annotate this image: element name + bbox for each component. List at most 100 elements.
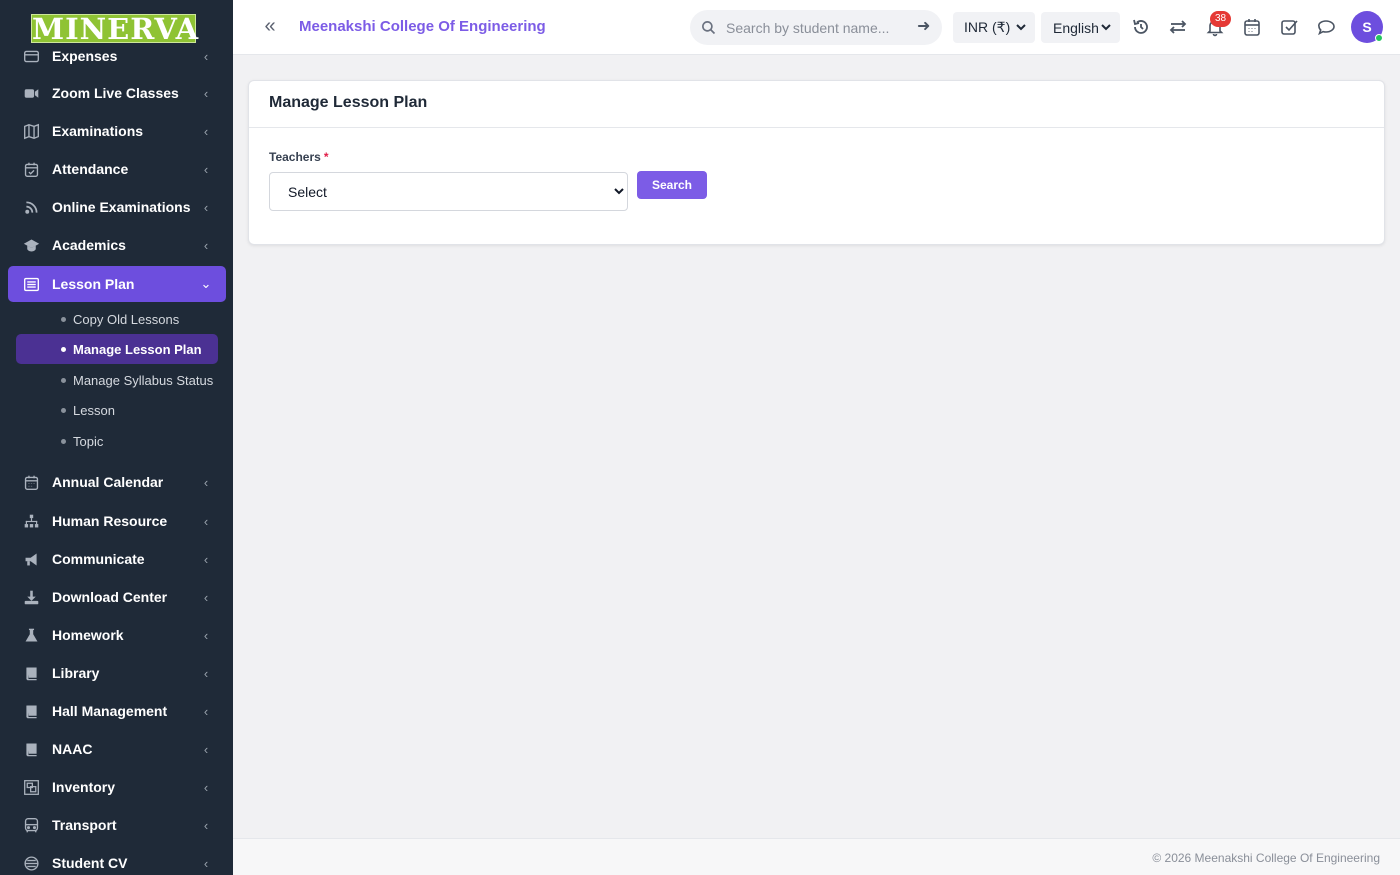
sidebar-item-attendance[interactable]: Attendance ‹: [8, 151, 226, 187]
sidebar-item-human-resource[interactable]: Human Resource ‹: [8, 503, 226, 539]
download-icon: [22, 588, 40, 606]
chevron-left-icon: ‹: [203, 85, 209, 101]
bullet-icon: [61, 438, 66, 444]
video-icon: [22, 84, 40, 102]
chevron-left-icon: ‹: [203, 199, 209, 215]
sidebar-subitem-label: Topic: [73, 433, 104, 449]
sidebar-item-label: Lesson Plan: [52, 276, 135, 292]
sidebar-item-communicate[interactable]: Communicate ‹: [8, 541, 226, 577]
collapse-sidebar-icon[interactable]: «: [260, 16, 280, 37]
logo[interactable]: MINERVA: [31, 14, 198, 44]
sidebar-item-label: Student CV: [52, 855, 128, 871]
bullet-icon: [61, 316, 66, 322]
sidebar-item-inventory[interactable]: Inventory ‹: [8, 769, 226, 805]
sidebar-item-naac[interactable]: NAAC ‹: [8, 731, 226, 767]
notification-badge: 38: [1210, 11, 1231, 27]
college-title[interactable]: Meenakshi College Of Engineering: [299, 18, 546, 35]
sidebar-item-hall-management[interactable]: Hall Management ‹: [8, 693, 226, 729]
sidebar-subitem-lesson[interactable]: Lesson: [16, 395, 218, 425]
sidebar-item-label: Hall Management: [52, 703, 168, 719]
flask-icon: [22, 626, 40, 644]
chevron-left-icon: ‹: [203, 123, 209, 139]
book-icon: [22, 664, 40, 682]
sidebar-item-label: Human Resource: [52, 513, 168, 529]
chevron-down-icon: ⌄: [200, 276, 212, 291]
sidebar-item-label: Annual Calendar: [52, 474, 164, 490]
teachers-select[interactable]: Select: [269, 172, 628, 211]
sidebar-subitem-label: Manage Lesson Plan: [73, 341, 202, 357]
sidebar-item-label: Communicate: [52, 551, 145, 567]
bullet-icon: [61, 377, 66, 383]
bullhorn-icon: [22, 550, 40, 568]
chat-icon[interactable]: [1316, 17, 1336, 37]
sidebar-item-zoom-live-classes[interactable]: Zoom Live Classes ‹: [8, 75, 226, 111]
sidebar-item-homework[interactable]: Homework ‹: [8, 617, 226, 653]
sidebar-item-label: Transport: [52, 817, 117, 833]
sidebar-subitem-label: Manage Syllabus Status: [73, 372, 214, 388]
teachers-label: Teachers *: [269, 150, 328, 164]
book-icon: [22, 702, 40, 720]
object-group-icon: [22, 778, 40, 796]
footer: © 2026 Meenakshi College Of Engineering: [233, 838, 1400, 875]
sidebar-item-lesson-plan[interactable]: Lesson Plan ⌄: [8, 266, 226, 302]
chevron-left-icon: ‹: [203, 513, 209, 529]
sidebar-item-label: Academics: [52, 237, 126, 253]
search-input[interactable]: [726, 17, 906, 39]
chevron-left-icon: ‹: [203, 474, 209, 490]
bullet-icon: [61, 346, 66, 352]
sidebar-item-transport[interactable]: Transport ‹: [8, 807, 226, 843]
sidebar-item-label: Download Center: [52, 589, 168, 605]
calendar-check-icon: [22, 160, 40, 178]
sidebar-subitem-manage-syllabus-status[interactable]: Manage Syllabus Status: [16, 365, 218, 395]
student-search: ➜: [690, 10, 942, 45]
sidebar-item-examinations[interactable]: Examinations ‹: [8, 113, 226, 149]
logo-area: MINERVA: [0, 0, 233, 44]
sidebar-subitem-label: Copy Old Lessons: [73, 311, 180, 327]
language-select[interactable]: English: [1041, 12, 1120, 43]
search-button[interactable]: Search: [637, 171, 707, 199]
sidebar-item-academics[interactable]: Academics ‹: [8, 227, 226, 263]
sidebar-item-label: Online Examinations: [52, 199, 191, 215]
list-alt-icon: [22, 275, 40, 293]
sidebar-item-annual-calendar[interactable]: Annual Calendar ‹: [8, 464, 226, 500]
sidebar-item-label: Inventory: [52, 779, 116, 795]
chevron-left-icon: ‹: [203, 779, 209, 795]
sidebar-item-download-center[interactable]: Download Center ‹: [8, 579, 226, 615]
teachers-label-text: Teachers: [269, 150, 321, 164]
language-value: English: [1053, 19, 1099, 36]
sidebar-subitem-topic[interactable]: Topic: [16, 426, 218, 456]
rss-icon: [22, 198, 40, 216]
chevron-left-icon: ‹: [203, 237, 209, 253]
switch-icon[interactable]: [1168, 17, 1188, 37]
sidebar: Expenses ‹ MINERVA Zoom Live Classes ‹ E…: [0, 0, 233, 875]
chevron-left-icon: ‹: [203, 665, 209, 681]
sidebar-item-online-examinations[interactable]: Online Examinations ‹: [8, 189, 226, 225]
history-icon[interactable]: [1131, 17, 1151, 37]
graduation-cap-icon: [22, 236, 40, 254]
chevron-left-icon: ‹: [203, 741, 209, 757]
chevron-down-icon: [1100, 20, 1112, 32]
credit-card-icon: [22, 47, 40, 65]
arrow-right-icon[interactable]: ➜: [917, 19, 932, 35]
chevron-left-icon: ‹: [203, 703, 209, 719]
chevron-left-icon: ‹: [203, 817, 209, 833]
sidebar-item-student-cv[interactable]: Student CV ‹: [8, 845, 226, 875]
chevron-left-icon: ‹: [203, 855, 209, 871]
sidebar-item-label: Examinations: [52, 123, 144, 139]
sidebar-subitem-copy-old-lessons[interactable]: Copy Old Lessons: [16, 304, 218, 334]
map-icon: [22, 122, 40, 140]
book-icon: [22, 740, 40, 758]
chevron-left-icon: ‹: [203, 161, 209, 177]
sidebar-item-label: Homework: [52, 627, 124, 643]
sidebar-item-label: Library: [52, 665, 100, 681]
chevron-left-icon: ‹: [203, 627, 209, 643]
currency-select[interactable]: INR (₹): [953, 12, 1035, 43]
required-asterisk: *: [323, 150, 329, 164]
sidebar-item-label: NAAC: [52, 741, 93, 757]
sidebar-subitem-manage-lesson-plan[interactable]: Manage Lesson Plan: [16, 334, 218, 364]
calendar-icon[interactable]: [1242, 17, 1262, 37]
task-checkbox-icon[interactable]: [1279, 17, 1299, 37]
sidebar-item-library[interactable]: Library ‹: [8, 655, 226, 691]
sitemap-icon: [22, 512, 40, 530]
sidebar-item-label: Expenses: [52, 48, 118, 64]
